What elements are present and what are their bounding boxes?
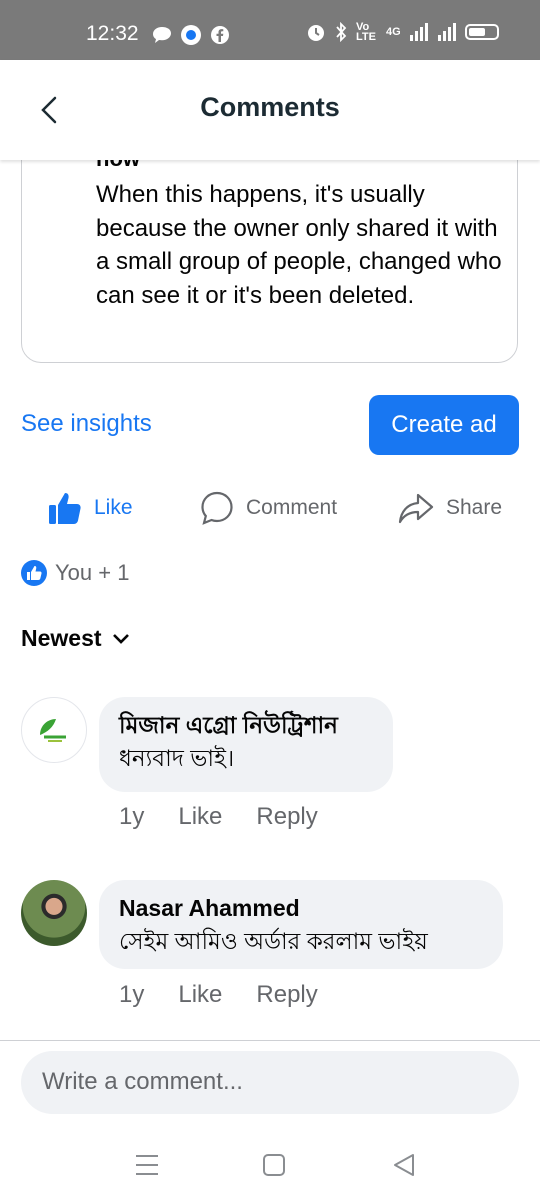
signal-icon [409, 23, 428, 41]
facebook-icon [211, 26, 229, 44]
commenter-avatar[interactable] [21, 880, 87, 946]
comment-actions: 1y Like Reply [119, 981, 352, 1009]
reactions-summary[interactable]: You + 1 [21, 560, 129, 586]
comment-like-button[interactable]: Like [178, 981, 222, 1009]
home-icon[interactable] [259, 1150, 289, 1180]
commenter-avatar[interactable] [21, 697, 87, 763]
comment-bubble[interactable]: মিজান এগ্রো নিউট্রিশান ধন্যবাদ ভাই। [99, 697, 393, 792]
page-title: Comments [200, 92, 340, 122]
comment-text: সেইম আমিও অর্ডার করলাম ভাইয় [119, 928, 428, 954]
sort-label: Newest [21, 625, 102, 651]
comment-input-placeholder: Write a comment... [42, 1068, 243, 1095]
sort-dropdown[interactable]: Newest [21, 625, 130, 652]
volte-label: Vo LTE [356, 21, 376, 43]
network-type-label: 4G [386, 26, 401, 38]
share-button[interactable]: Share [398, 488, 502, 528]
comment-timestamp[interactable]: 1y [119, 803, 144, 831]
battery-icon [464, 24, 499, 40]
likes-summary-text: You + 1 [55, 560, 130, 585]
comment-reply-button[interactable]: Reply [256, 803, 317, 831]
divider [0, 1040, 540, 1041]
alarm-icon [308, 25, 324, 41]
system-navigation-bar [0, 1130, 540, 1200]
brand-logo-icon [40, 719, 66, 742]
status-time: 12:32 [86, 22, 139, 45]
recent-apps-icon[interactable] [132, 1150, 162, 1180]
notification-icons [152, 24, 230, 46]
chevron-down-icon [112, 633, 129, 644]
share-label: Share [446, 496, 503, 519]
comment-label: Comment [246, 496, 338, 519]
content-unavailable-message: When this happens, it's usually because … [96, 181, 502, 309]
signal-icon-2 [437, 23, 456, 41]
circle-app-icon [181, 25, 201, 45]
back-icon[interactable] [389, 1150, 419, 1180]
see-insights-link[interactable]: See insights [21, 410, 152, 438]
like-label: Like [94, 496, 133, 519]
comment-like-button[interactable]: Like [178, 803, 222, 831]
comment-reply-button[interactable]: Reply [256, 981, 317, 1009]
system-icons: Vo LTE 4G [306, 21, 499, 43]
create-ad-button[interactable]: Create ad [369, 395, 519, 455]
comment-author[interactable]: মিজান এগ্রো নিউট্রিশান [119, 709, 373, 741]
status-bar: 12:32 Vo LTE 4G [0, 0, 540, 60]
bluetooth-icon [336, 22, 347, 42]
like-button[interactable]: Like [48, 488, 133, 528]
comment-icon [201, 491, 233, 525]
comment-input[interactable]: Write a comment... [21, 1051, 519, 1114]
comment-text: ধন্যবাদ ভাই। [119, 745, 235, 771]
thumbs-up-icon [49, 493, 81, 524]
comment-button[interactable]: Comment [200, 488, 337, 528]
comment-bubble[interactable]: Nasar Ahammed সেইম আমিও অর্ডার করলাম ভাই… [99, 880, 503, 969]
comments-header: Comments [0, 60, 540, 160]
comment-timestamp[interactable]: 1y [119, 981, 144, 1009]
share-icon [398, 493, 434, 524]
comment-actions: 1y Like Reply [119, 803, 352, 831]
comment-author[interactable]: Nasar Ahammed [119, 892, 483, 924]
like-badge-icon [21, 560, 47, 586]
chat-bubble-icon [153, 27, 171, 43]
